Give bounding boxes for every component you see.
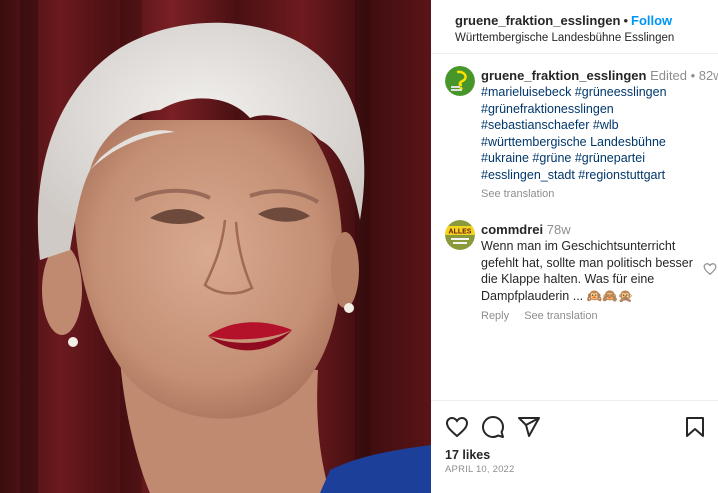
hashtag-line[interactable]: #grünefraktionesslingen (481, 101, 717, 118)
commenter-logo-icon: ALLES (445, 220, 475, 250)
edited-label: Edited (650, 68, 687, 83)
hashtag-line[interactable]: #württembergische Landesbühne (481, 134, 717, 151)
caption-see-translation[interactable]: See translation (481, 187, 717, 201)
green-party-logo-icon (445, 66, 475, 96)
post-photo[interactable] (0, 0, 431, 493)
hashtag-line[interactable]: #sebastianschaefer #wlb (481, 117, 717, 134)
caption-age[interactable]: 82w (699, 68, 718, 83)
post-header: gruene_fraktion_esslingen • Follow Württem… (431, 0, 718, 54)
hashtag-line[interactable]: #esslingen_stadt #regionstuttgart (481, 167, 717, 184)
header-line: gruene_fraktion_esslingen • Follow (455, 12, 718, 29)
caption-separator: • (690, 68, 696, 83)
comment-username[interactable]: commdrei (481, 222, 543, 237)
avatar-text: ALLES (449, 229, 472, 236)
reply-button[interactable]: Reply (481, 310, 509, 322)
likes-count[interactable]: 17 likes (445, 448, 490, 462)
comment-like-heart-icon[interactable] (703, 262, 717, 276)
header-username[interactable]: gruene_fraktion_esslingen (455, 13, 620, 28)
bookmark-icon[interactable] (683, 415, 707, 439)
caption-username[interactable]: gruene_fraktion_esslingen (481, 68, 646, 83)
post-date: APRIL 10, 2022 (445, 464, 515, 475)
portrait-image (20, 0, 431, 493)
header-separator: • (623, 13, 629, 28)
comment-body: commdrei 78w Wenn man im Geschichtsunter… (481, 222, 695, 322)
comment-text: Wenn man im Geschichtsunterricht gefehlt… (481, 239, 693, 303)
hashtag-line[interactable]: #ukraine #grüne #grünepartei (481, 150, 717, 167)
follow-button[interactable]: Follow (631, 13, 672, 28)
comment-avatar[interactable]: ALLES (445, 220, 475, 250)
post-location[interactable]: Württembergische Landesbühne Esslingen (455, 30, 718, 46)
comment-actions: Reply See translation (481, 310, 695, 322)
profile-avatar[interactable] (445, 66, 475, 96)
comment-icon[interactable] (481, 415, 505, 439)
heart-icon[interactable] (445, 415, 469, 439)
comment-see-translation[interactable]: See translation (524, 310, 597, 322)
comment-header: commdrei 78w (481, 222, 695, 238)
hashtags: #marieluisebeck #grüneesslingen #grünefr… (481, 84, 717, 183)
caption-header: gruene_fraktion_esslingen Edited • 82w (481, 68, 718, 84)
share-icon[interactable] (517, 415, 541, 439)
post-actions: 17 likes APRIL 10, 2022 (431, 400, 718, 493)
hashtag-line[interactable]: #marieluisebeck #grüneesslingen (481, 84, 717, 101)
caption-body: gruene_fraktion_esslingen Edited • 82w #… (481, 68, 718, 201)
comment-age: 78w (546, 222, 571, 237)
action-icons (445, 415, 707, 439)
